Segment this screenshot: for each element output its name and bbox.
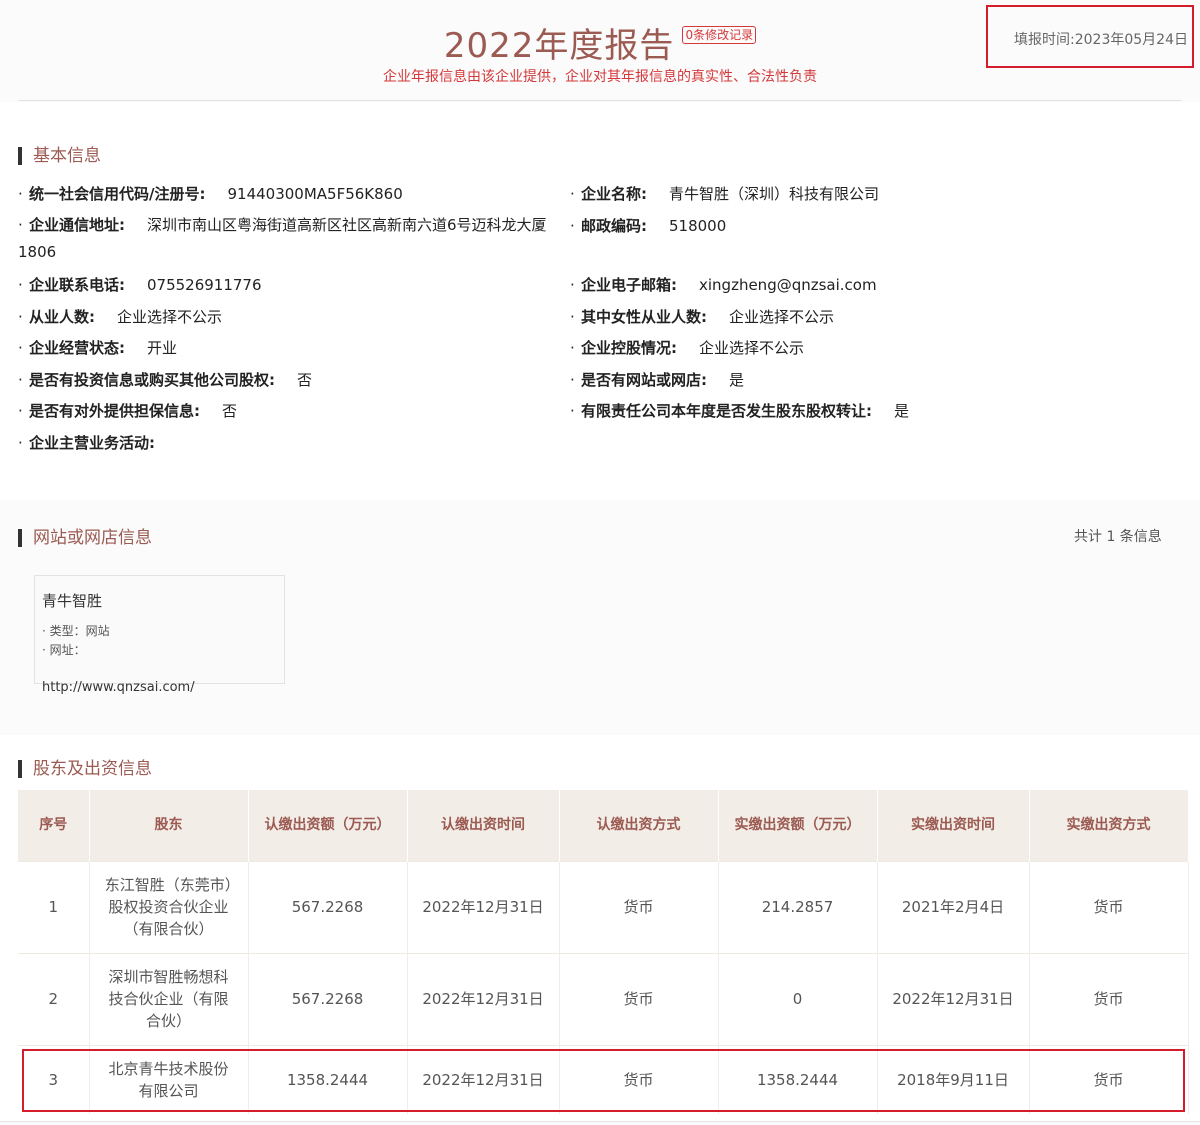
field-equity-transfer: · 有限责任公司本年度是否发生股东股权转让: 是 bbox=[570, 402, 910, 420]
website-info-title: 网站或网店信息 bbox=[18, 529, 152, 547]
table-cell: 2021年2月4日 bbox=[877, 860, 1030, 953]
field-operating-status: · 企业经营状态: 开业 bbox=[18, 339, 178, 357]
column-header: 实缴出资方式 bbox=[1029, 790, 1189, 861]
basic-info-title: 基本信息 bbox=[18, 147, 101, 165]
page-title: 2022年度报告 bbox=[443, 26, 675, 66]
basic-info-section bbox=[0, 102, 1200, 500]
field-female-employees: · 其中女性从业人数: 企业选择不公示 bbox=[570, 308, 835, 326]
table-cell: 货币 bbox=[559, 860, 719, 953]
table-cell: 货币 bbox=[559, 952, 719, 1045]
table-row: 1 东江智胜（东莞市）股权投资合伙企业（有限合伙） 567.2268 2022年… bbox=[18, 860, 1189, 953]
website-url-label: · 网址： bbox=[42, 643, 86, 657]
header-divider bbox=[18, 100, 1182, 101]
table-cell: 2018年9月11日 bbox=[877, 1044, 1030, 1114]
table-cell: 货币 bbox=[1029, 952, 1189, 1045]
website-url[interactable]: http://www.qnzsai.com/ bbox=[42, 680, 195, 695]
field-guarantee-info: · 是否有对外提供担保信息: 否 bbox=[18, 402, 238, 420]
field-credit-code: · 统一社会信用代码/注册号: 91440300MA5F56K860 bbox=[18, 185, 403, 203]
table-cell: 2 bbox=[18, 952, 90, 1045]
bottom-divider bbox=[0, 1121, 1200, 1122]
column-header: 股东 bbox=[89, 790, 249, 861]
fill-time: 填报时间:2023年05月24日 bbox=[986, 5, 1194, 68]
table-cell: 深圳市智胜畅想科技合伙企业（有限合伙） bbox=[89, 952, 249, 1045]
table-cell: 北京青牛技术股份有限公司 bbox=[89, 1044, 249, 1114]
field-email: · 企业电子邮箱: xingzheng@qnzsai.com bbox=[570, 276, 877, 294]
website-card[interactable]: 青牛智胜 · 类型：网站 · 网址： bbox=[34, 575, 285, 684]
column-header: 实缴出资时间 bbox=[877, 790, 1030, 861]
table-row: 2 深圳市智胜畅想科技合伙企业（有限合伙） 567.2268 2022年12月3… bbox=[18, 952, 1189, 1045]
table-cell: 1 bbox=[18, 860, 90, 953]
column-header: 序号 bbox=[18, 790, 90, 861]
table-cell: 2022年12月31日 bbox=[407, 1044, 560, 1114]
table-cell: 货币 bbox=[559, 1044, 719, 1114]
table-cell: 东江智胜（东莞市）股权投资合伙企业（有限合伙） bbox=[89, 860, 249, 953]
column-header: 认缴出资时间 bbox=[407, 790, 560, 861]
table-cell: 3 bbox=[18, 1044, 90, 1114]
table-cell: 214.2857 bbox=[718, 860, 878, 953]
table-cell: 货币 bbox=[1029, 860, 1189, 953]
shareholders-table: 序号 股东 认缴出资额（万元） 认缴出资时间 认缴出资方式 实缴出资额（万元） … bbox=[18, 790, 1189, 1114]
field-address: · 企业通信地址: 深圳市南山区粤海街道高新区社区高新南六道6号迈科龙大厦1806 bbox=[18, 216, 547, 261]
column-header: 认缴出资额（万元） bbox=[248, 790, 408, 861]
field-postal-code: · 邮政编码: 518000 bbox=[570, 217, 727, 235]
website-name: 青牛智胜 bbox=[42, 592, 103, 610]
website-count: 共计 1 条信息 bbox=[1074, 529, 1162, 545]
table-cell: 货币 bbox=[1029, 1044, 1189, 1114]
table-cell: 567.2268 bbox=[248, 860, 408, 953]
table-cell: 2022年12月31日 bbox=[877, 952, 1030, 1045]
field-employees: · 从业人数: 企业选择不公示 bbox=[18, 308, 223, 326]
field-investment-info: · 是否有投资信息或购买其他公司股权: 否 bbox=[18, 371, 313, 389]
field-phone: · 企业联系电话: 075526911776 bbox=[18, 276, 262, 294]
table-row: 3 北京青牛技术股份有限公司 1358.2444 2022年12月31日 货币 … bbox=[18, 1044, 1189, 1114]
column-header: 实缴出资额（万元） bbox=[718, 790, 878, 861]
modification-record-link[interactable]: 0条修改记录 bbox=[682, 26, 757, 44]
table-header-row: 序号 股东 认缴出资额（万元） 认缴出资时间 认缴出资方式 实缴出资额（万元） … bbox=[18, 790, 1189, 861]
table-cell: 2022年12月31日 bbox=[407, 860, 560, 953]
table-cell: 1358.2444 bbox=[248, 1044, 408, 1114]
table-cell: 0 bbox=[718, 952, 878, 1045]
column-header: 认缴出资方式 bbox=[559, 790, 719, 861]
field-has-website: · 是否有网站或网店: 是 bbox=[570, 371, 745, 389]
report-header: 2022年度报告 0条修改记录 企业年报信息由该企业提供，企业对其年报信息的真实性… bbox=[0, 0, 1200, 100]
field-holding-status: · 企业控股情况: 企业选择不公示 bbox=[570, 339, 805, 357]
website-type: · 类型：网站 bbox=[42, 624, 110, 638]
shareholders-title: 股东及出资信息 bbox=[18, 760, 152, 778]
table-cell: 2022年12月31日 bbox=[407, 952, 560, 1045]
field-company-name: · 企业名称: 青牛智胜（深圳）科技有限公司 bbox=[570, 185, 880, 203]
field-main-business: · 企业主营业务活动: bbox=[18, 434, 155, 452]
table-cell: 567.2268 bbox=[248, 952, 408, 1045]
table-cell: 1358.2444 bbox=[718, 1044, 878, 1114]
